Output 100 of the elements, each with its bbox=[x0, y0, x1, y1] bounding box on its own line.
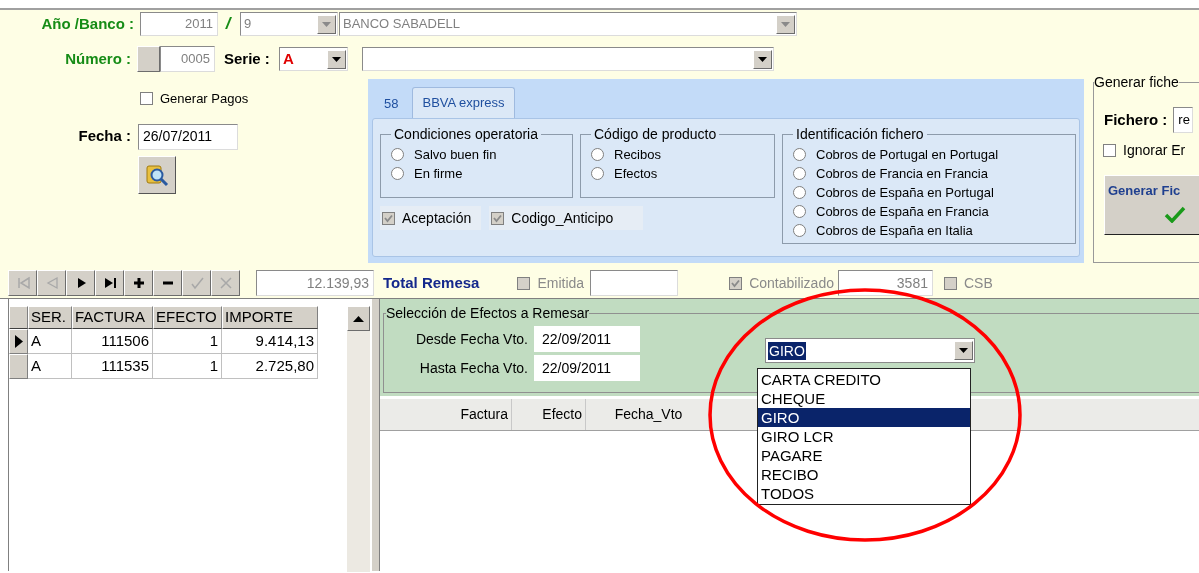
radio-button[interactable] bbox=[793, 186, 806, 199]
navigator-button[interactable] bbox=[153, 270, 182, 296]
radio-label: Cobros de España en Portugal bbox=[816, 183, 994, 202]
checkbox-label: Generar Pagos bbox=[160, 90, 249, 108]
plus-icon bbox=[131, 276, 146, 290]
checkbox-label: Codigo_Anticipo bbox=[511, 208, 614, 228]
radio-label: Cobros de Portugal en Portugal bbox=[816, 145, 999, 164]
file-field[interactable]: re bbox=[1173, 107, 1194, 133]
field-label: Hasta Fecha Vto. bbox=[418, 358, 528, 378]
tab[interactable]: BBVA express bbox=[412, 87, 515, 118]
column-header[interactable]: IMPORTE bbox=[222, 306, 318, 329]
year-field[interactable]: 2011 bbox=[140, 12, 218, 36]
dropdown-button[interactable] bbox=[327, 49, 346, 69]
table-cell: A bbox=[28, 354, 72, 379]
dropdown-item[interactable]: GIRO LCR bbox=[758, 427, 970, 446]
column-header[interactable]: Efecto bbox=[512, 399, 586, 430]
radio-label: Efectos bbox=[614, 164, 658, 183]
field-label: Año /Banco : bbox=[40, 13, 134, 34]
navigator-button[interactable] bbox=[66, 270, 95, 296]
radio-button[interactable] bbox=[391, 167, 404, 180]
radio-button[interactable] bbox=[591, 167, 604, 180]
pointer-icon bbox=[14, 335, 23, 348]
row-indicator[interactable] bbox=[9, 329, 28, 354]
column-header[interactable]: SER. bbox=[28, 306, 72, 329]
radio-button[interactable] bbox=[793, 167, 806, 180]
checkmark-icon bbox=[1164, 204, 1186, 223]
field-label: Serie : bbox=[224, 48, 271, 69]
total-label: Total Remesa bbox=[383, 272, 480, 293]
group-title: Generar fiche bbox=[1094, 73, 1179, 92]
dropdown-item[interactable]: RECIBO bbox=[758, 465, 970, 484]
total-field[interactable]: 12.139,93 bbox=[256, 270, 374, 296]
caret-icon bbox=[959, 348, 968, 353]
accounting-number-field[interactable]: 3581 bbox=[837, 270, 933, 296]
dropdown-button[interactable] bbox=[954, 341, 973, 360]
group-title: Identificación fichero bbox=[795, 125, 925, 144]
tab[interactable]: 58 bbox=[376, 90, 407, 118]
radio-button[interactable] bbox=[391, 148, 404, 161]
radio-label: Cobros de España en Italia bbox=[816, 221, 973, 240]
radio-button[interactable] bbox=[591, 148, 604, 161]
radio-label: Recibos bbox=[614, 145, 661, 164]
bank-name-combo[interactable]: BANCO SABADELL bbox=[339, 12, 797, 36]
scrollbar[interactable] bbox=[347, 306, 370, 572]
combo-value: GIRO bbox=[768, 341, 806, 360]
emitida-field[interactable] bbox=[590, 270, 679, 296]
column-header[interactable]: FACTURA bbox=[72, 306, 153, 329]
search-icon bbox=[145, 162, 169, 187]
dropdown-item[interactable]: TODOS bbox=[758, 484, 970, 503]
radio-label: En firme bbox=[414, 164, 463, 183]
dropdown-button[interactable] bbox=[753, 49, 772, 69]
dropdown-item[interactable]: PAGARE bbox=[758, 446, 970, 465]
dropdown-item[interactable]: GIRO bbox=[758, 408, 970, 427]
checkbox[interactable] bbox=[140, 92, 153, 106]
radio-button[interactable] bbox=[793, 148, 806, 161]
checkbox[interactable] bbox=[1103, 144, 1116, 157]
radio-label: Salvo buen fin bbox=[414, 145, 497, 164]
column-header[interactable]: Factura bbox=[380, 399, 512, 430]
generate-file-button[interactable]: Generar Fic bbox=[1104, 175, 1199, 235]
group-title: Selección de Efectos a Remesar bbox=[386, 304, 590, 323]
field-label: Fichero : bbox=[1104, 109, 1168, 130]
dropdown-item[interactable]: CHEQUE bbox=[758, 389, 970, 408]
combo-value: BANCO SABADELL bbox=[343, 15, 461, 34]
combo-value: 9 bbox=[244, 15, 252, 34]
date-field[interactable]: 26/07/2011 bbox=[138, 123, 238, 150]
navigator-button[interactable] bbox=[124, 270, 153, 296]
field-label: Fecha : bbox=[77, 126, 131, 147]
field-label: Número : bbox=[64, 48, 131, 69]
group-title: Código de producto bbox=[593, 125, 718, 144]
number-field[interactable]: 0005 bbox=[160, 46, 215, 72]
date-field[interactable]: 22/09/2011 bbox=[534, 355, 640, 381]
serie-combo[interactable]: A bbox=[279, 47, 348, 71]
last-record-icon bbox=[102, 276, 117, 290]
field-label: Desde Fecha Vto. bbox=[414, 329, 528, 349]
caret-icon bbox=[322, 21, 331, 27]
checkbox-label: CSB bbox=[963, 273, 993, 293]
radio-button[interactable] bbox=[793, 205, 806, 218]
date-field[interactable]: 22/09/2011 bbox=[534, 326, 640, 352]
combo-value: A bbox=[283, 48, 294, 69]
table-cell: 9.414,13 bbox=[222, 329, 318, 354]
column-header[interactable]: EFECTO bbox=[153, 306, 222, 329]
caret-icon bbox=[332, 56, 341, 62]
column-header[interactable]: Fecha_Vto bbox=[586, 399, 712, 430]
table-cell: A bbox=[28, 329, 72, 354]
bank-code-combo[interactable]: 9 bbox=[240, 12, 338, 36]
dropdown-item[interactable]: CARTA CREDITO bbox=[758, 370, 970, 389]
radio-button[interactable] bbox=[793, 224, 806, 237]
radio-label: Cobros de España en Francia bbox=[816, 202, 989, 221]
caret-icon bbox=[353, 315, 364, 322]
table-cell: 1 bbox=[153, 354, 222, 379]
payment-type-combo[interactable]: GIRO bbox=[765, 338, 975, 363]
radio-label: Cobros de Francia en Francia bbox=[816, 164, 988, 183]
group-title: Condiciones operatoria bbox=[393, 125, 539, 144]
search-button[interactable] bbox=[138, 155, 176, 194]
table-cell: 111535 bbox=[72, 354, 153, 379]
checkbox-label: Contabilizado bbox=[749, 273, 834, 293]
table-cell: 1 bbox=[153, 329, 222, 354]
number-button[interactable] bbox=[137, 46, 160, 72]
first-record-icon bbox=[15, 276, 30, 290]
checkbox-label: Aceptación bbox=[402, 208, 472, 228]
navigator-button[interactable] bbox=[95, 270, 124, 296]
scroll-up-button[interactable] bbox=[347, 306, 370, 331]
